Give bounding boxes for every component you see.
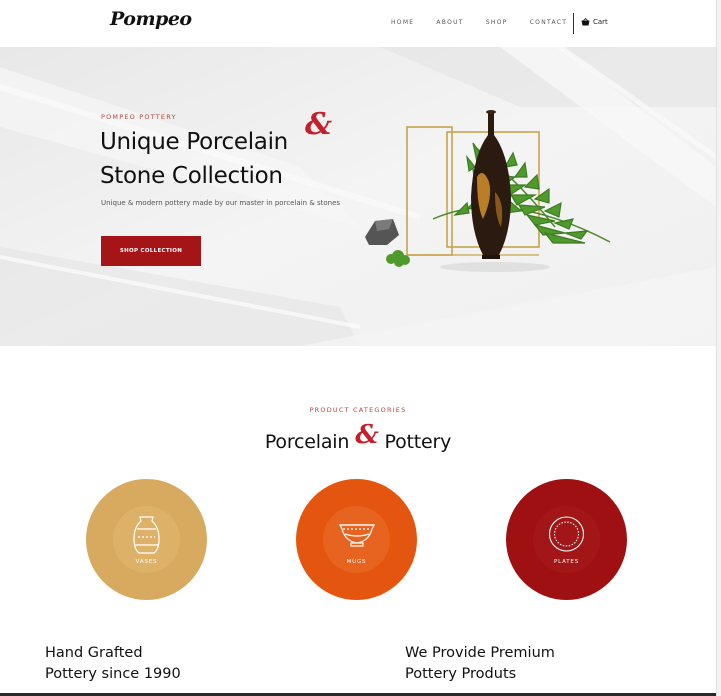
category-plates-label: PLATES	[554, 559, 579, 565]
feature-handcrafted-line2: Pottery since 1990	[45, 666, 181, 682]
feature-handcrafted-line1: Hand Grafted	[45, 645, 143, 661]
category-plates[interactable]: PLATES	[506, 479, 627, 600]
hero-title-line2: Stone Collection	[100, 163, 283, 189]
hero-section: POMPEO POTTERY Unique Porcelain Stone Co…	[0, 47, 716, 346]
nav-home[interactable]: HOME	[391, 19, 414, 26]
bowl-icon	[339, 524, 375, 547]
category-vases-label: VASES	[135, 559, 158, 565]
main-nav: HOME ABOUT SHOP CONTACT	[391, 19, 589, 26]
categories-eyebrow: PRODUCT CATEGORIES	[309, 406, 407, 414]
nav-shop[interactable]: SHOP	[486, 19, 508, 26]
plate-icon	[549, 516, 585, 552]
vase-icon	[133, 516, 160, 554]
nav-contact[interactable]: CONTACT	[530, 19, 568, 26]
category-vases[interactable]: VASES	[86, 479, 207, 600]
hero-eyebrow: POMPEO POTTERY	[101, 113, 177, 121]
feature-handcrafted: Hand Grafted Pottery since 1990	[45, 643, 181, 685]
cart-link[interactable]: Cart	[581, 18, 608, 26]
category-mugs[interactable]: MUGS	[296, 479, 417, 600]
nav-divider	[573, 13, 574, 34]
page-scrollbar[interactable]	[716, 0, 721, 696]
basket-icon	[581, 18, 590, 26]
shop-collection-button[interactable]: SHOP COLLECTION	[101, 236, 201, 266]
feature-premium-line1: We Provide Premium	[405, 645, 555, 661]
feature-premium: We Provide Premium Pottery Produts	[405, 643, 555, 685]
nav-about[interactable]: ABOUT	[436, 19, 463, 26]
categories-title-right: Pottery	[384, 431, 452, 453]
hero-subtitle: Unique & modern pottery made by our mast…	[101, 199, 341, 207]
site-logo[interactable]: Pompeo	[110, 8, 192, 30]
cart-label: Cart	[593, 18, 608, 26]
categories-ampersand: &	[355, 420, 379, 450]
categories-title-left: Porcelain	[264, 431, 350, 453]
hero-ampersand: &	[305, 107, 333, 142]
site-header: Pompeo HOME ABOUT SHOP CONTACT Cart	[0, 0, 721, 47]
category-mugs-label: MUGS	[346, 559, 367, 565]
categories-heading: Porcelain & Pottery	[0, 420, 716, 453]
feature-premium-line2: Pottery Produts	[405, 666, 517, 682]
hero-product-image	[365, 110, 611, 272]
